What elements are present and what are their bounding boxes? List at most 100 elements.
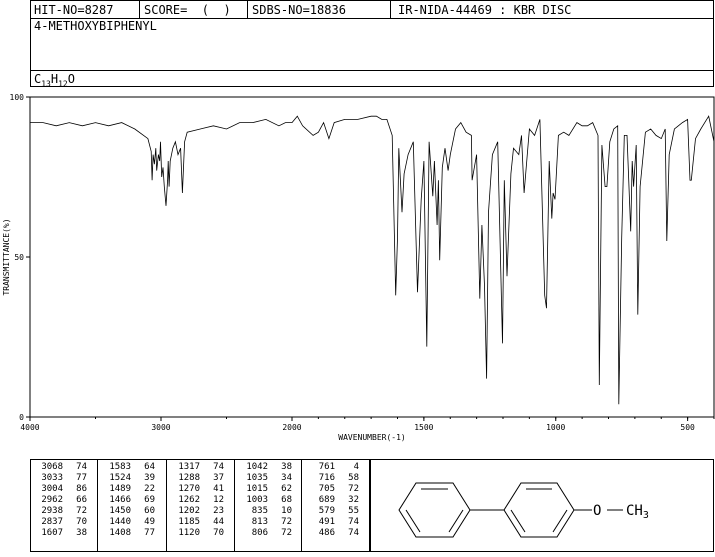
x-tick-label: 3000 xyxy=(151,423,170,432)
peak-transmittance: 60 xyxy=(144,506,155,516)
peak-wavenumber: 491 xyxy=(318,517,335,527)
peak-row: 1450 60 xyxy=(103,506,155,517)
peak-row: 1262 12 xyxy=(172,495,224,506)
peak-row: 1042 38 xyxy=(240,462,292,473)
peak-wavenumber: 1288 xyxy=(178,473,200,483)
peak-transmittance: 74 xyxy=(213,462,224,472)
spectrum-line xyxy=(30,115,715,405)
peak-transmittance: 37 xyxy=(213,473,224,483)
peak-transmittance: 38 xyxy=(281,462,292,472)
peak-row: 1288 37 xyxy=(172,473,224,484)
y-axis-ticks: 100 50 0 xyxy=(10,93,30,422)
peak-row: 1270 41 xyxy=(172,484,224,495)
phenyl-ring-2 xyxy=(503,482,575,538)
peak-column-divider xyxy=(97,460,98,551)
peak-column-divider xyxy=(301,460,302,551)
sdbs-number: SDBS-NO=18836 xyxy=(252,3,346,17)
peak-transmittance: 86 xyxy=(76,484,87,494)
header-bar: HIT-NO=8287 SCORE= ( ) SDBS-NO=18836 IR-… xyxy=(30,0,714,19)
peak-wavenumber: 716 xyxy=(318,473,335,483)
peak-row: 835 10 xyxy=(240,506,292,517)
structure-box: O CH3 xyxy=(370,459,714,552)
plot-frame xyxy=(29,96,715,418)
oxygen-label: O xyxy=(593,503,601,519)
peak-row: 1003 68 xyxy=(240,495,292,506)
peak-table: 3068 74 3033 77 3004 86 2962 66 2938 72 2837 70 1607… xyxy=(30,459,370,552)
peak-wavenumber: 1466 xyxy=(109,495,131,505)
peak-row: 1466 69 xyxy=(103,495,155,506)
peak-wavenumber: 1270 xyxy=(178,484,200,494)
peak-wavenumber: 1408 xyxy=(109,528,131,538)
peak-wavenumber: 1015 xyxy=(246,484,268,494)
x-axis-ticks: 4000 3000 2000 1500 1000 500 xyxy=(20,417,715,432)
peak-row: 1120 70 xyxy=(172,528,224,539)
peak-transmittance: 74 xyxy=(76,462,87,472)
methyl-label: CH3 xyxy=(626,503,649,521)
x-tick-label: 4000 xyxy=(20,423,39,432)
peak-transmittance: 55 xyxy=(348,506,359,516)
peak-transmittance: 68 xyxy=(281,495,292,505)
peak-wavenumber: 1489 xyxy=(109,484,131,494)
formula-box: C13H12O xyxy=(30,70,714,88)
peak-row: 3004 86 xyxy=(35,484,87,495)
peak-transmittance: 4 xyxy=(353,462,359,472)
peak-wavenumber: 1035 xyxy=(246,473,268,483)
peak-wavenumber: 3068 xyxy=(41,462,63,472)
peak-transmittance: 77 xyxy=(76,473,87,483)
y-tick-label: 0 xyxy=(19,413,24,422)
peak-row: 1607 38 xyxy=(35,528,87,539)
peak-transmittance: 69 xyxy=(144,495,155,505)
peak-column: 1042 38 1035 34 1015 62 1003 68 835 10 813 72 806 72 xyxy=(240,462,292,539)
molecular-formula: C13H12O xyxy=(34,72,75,89)
peak-row: 1015 62 xyxy=(240,484,292,495)
peak-row: 806 72 xyxy=(240,528,292,539)
peak-wavenumber: 1120 xyxy=(178,528,200,538)
peak-transmittance: 32 xyxy=(348,495,359,505)
peak-wavenumber: 1185 xyxy=(178,517,200,527)
peak-wavenumber: 1450 xyxy=(109,506,131,516)
x-tick-label: 1000 xyxy=(546,423,565,432)
peak-wavenumber: 579 xyxy=(318,506,335,516)
peak-wavenumber: 806 xyxy=(251,528,268,538)
peak-column: 3068 74 3033 77 3004 86 2962 66 2938 72 2837 70 1607… xyxy=(35,462,87,539)
compound-name: 4-METHOXYBIPHENYL xyxy=(34,19,157,33)
peak-wavenumber: 1607 xyxy=(41,528,63,538)
peak-wavenumber: 3004 xyxy=(41,484,63,494)
peak-row: 1440 49 xyxy=(103,517,155,528)
peak-transmittance: 44 xyxy=(213,517,224,527)
phenyl-ring-1 xyxy=(398,482,471,538)
peak-row: 3033 77 xyxy=(35,473,87,484)
hit-number: HIT-NO=8287 xyxy=(34,3,114,17)
peak-row: 1202 23 xyxy=(172,506,224,517)
peak-wavenumber: 813 xyxy=(251,517,268,527)
peak-row: 1524 39 xyxy=(103,473,155,484)
peak-row: 1035 34 xyxy=(240,473,292,484)
spectrum-id: IR-NIDA-44469 : KBR DISC xyxy=(398,3,572,17)
y-axis-label: TRANSMITTANCE(%) xyxy=(2,218,11,295)
peak-wavenumber: 761 xyxy=(318,462,335,472)
peak-wavenumber: 486 xyxy=(318,528,335,538)
y-tick-label: 50 xyxy=(14,253,24,262)
peak-row: 486 74 xyxy=(307,528,359,539)
peak-row: 689 32 xyxy=(307,495,359,506)
peak-transmittance: 41 xyxy=(213,484,224,494)
molecule-structure: O CH3 xyxy=(398,482,649,538)
compound-name-box: 4-METHOXYBIPHENYL xyxy=(30,18,714,71)
peak-row: 2962 66 xyxy=(35,495,87,506)
peak-row: 705 72 xyxy=(307,484,359,495)
peak-transmittance: 10 xyxy=(281,506,292,516)
peak-wavenumber: 1317 xyxy=(178,462,200,472)
peak-wavenumber: 1524 xyxy=(109,473,131,483)
x-tick-label: 2000 xyxy=(282,423,301,432)
peak-transmittance: 62 xyxy=(281,484,292,494)
peak-wavenumber: 1042 xyxy=(246,462,268,472)
peak-row: 1489 22 xyxy=(103,484,155,495)
peak-transmittance: 12 xyxy=(213,495,224,505)
peak-column: 1583 64 1524 39 1489 22 1466 69 1450 60 1440 49 1408… xyxy=(103,462,155,539)
peak-transmittance: 72 xyxy=(281,517,292,527)
peak-row: 2938 72 xyxy=(35,506,87,517)
peak-transmittance: 74 xyxy=(348,528,359,538)
ir-spectrum-chart: 4000 3000 2000 1500 1000 500 100500 WAVENUMBE… xyxy=(2,93,715,442)
peak-transmittance: 49 xyxy=(144,517,155,527)
peak-wavenumber: 1440 xyxy=(109,517,131,527)
